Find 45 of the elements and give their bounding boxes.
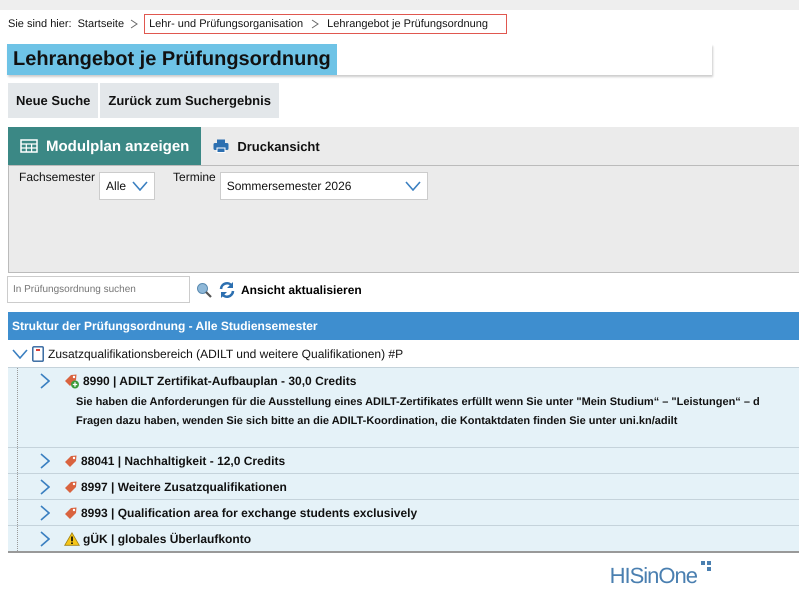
note-text: Sie haben die Anforderungen für die Ausstellung eines ADILT-Zertifikates erfüllt wenn Sie unter "Mein Studium“ – "Leistungen“ – d — [76, 395, 761, 410]
tag-plus-icon — [64, 373, 80, 389]
breadcrumb-link[interactable]: Startseite — [78, 18, 124, 30]
dropdown[interactable]: Alle — [99, 172, 156, 200]
document-icon — [32, 346, 44, 362]
note-text: Fragen dazu haben, wenden Sie sich bitte an die ADILT-Koordination, die Kontaktdaten finden Sie unter uni.kn/adilt — [76, 414, 678, 429]
chevron-right-icon — [311, 19, 320, 29]
chevron-right-icon[interactable] — [40, 453, 50, 469]
page-title: Lehrangebot je Prüfungsordnung — [7, 44, 337, 75]
chevron-right-icon — [130, 19, 138, 29]
filter-label: Fachsemester — [19, 170, 96, 184]
chevron-right-icon[interactable] — [40, 505, 50, 521]
logo-text: HISinOne — [610, 563, 697, 588]
tree-item-label[interactable]: Zusatzqualifikationsbereich (ADILT und weitere Qualifikationen) #P — [48, 346, 404, 360]
tag-icon — [64, 480, 78, 494]
chevron-right-icon[interactable] — [40, 479, 50, 495]
chevron-down-icon — [404, 181, 421, 191]
tree-item-label[interactable]: 8997 | Weitere Zusatzqualifikationen — [81, 480, 287, 494]
chevron-right-icon[interactable] — [40, 373, 50, 389]
tab[interactable]: Druckansicht — [201, 127, 332, 165]
table-icon — [20, 139, 38, 153]
toolbar-button[interactable]: Neue Suche — [8, 83, 98, 118]
chevron-down-icon — [132, 181, 148, 191]
tag-icon — [64, 454, 78, 468]
warning-icon — [64, 532, 80, 546]
tag-icon — [64, 506, 78, 520]
tree-item-label[interactable]: gÜK | globales Überlaufkonto — [83, 532, 252, 546]
refresh-icon — [218, 280, 236, 298]
tree-item-label[interactable]: 88041 | Nachhaltigkeit - 12,0 Credits — [81, 454, 286, 468]
chevron-right-icon[interactable] — [40, 531, 50, 547]
filter-label: Termine — [173, 170, 216, 184]
chevron-down-icon[interactable] — [12, 348, 28, 358]
breadcrumb-label: Sie sind hier: — [8, 18, 72, 30]
refresh-button[interactable]: Ansicht aktualisieren — [218, 280, 362, 298]
dots-icon — [701, 561, 711, 571]
toolbar-button[interactable]: Zurück zum Suchergebnis — [100, 83, 279, 118]
tree-header: Struktur der Prüfungsordnung - Alle Studiensemester — [8, 312, 799, 340]
breadcrumb-link[interactable]: Lehr- und Prüfungsorganisation — [149, 18, 304, 30]
tree-item-label[interactable]: 8990 | ADILT Zertifikat-Aufbauplan - 30,0 Credits — [83, 374, 356, 388]
breadcrumb-link[interactable]: Lehrangebot je Prüfungsordnung — [327, 18, 488, 30]
tab[interactable]: Modulplan anzeigen — [8, 127, 202, 165]
search-icon — [196, 282, 212, 298]
printer-icon — [213, 139, 230, 153]
dropdown[interactable]: Sommersemester 2026 — [220, 172, 428, 200]
search-field[interactable]: In Prüfungsordnung suchen — [7, 276, 190, 303]
